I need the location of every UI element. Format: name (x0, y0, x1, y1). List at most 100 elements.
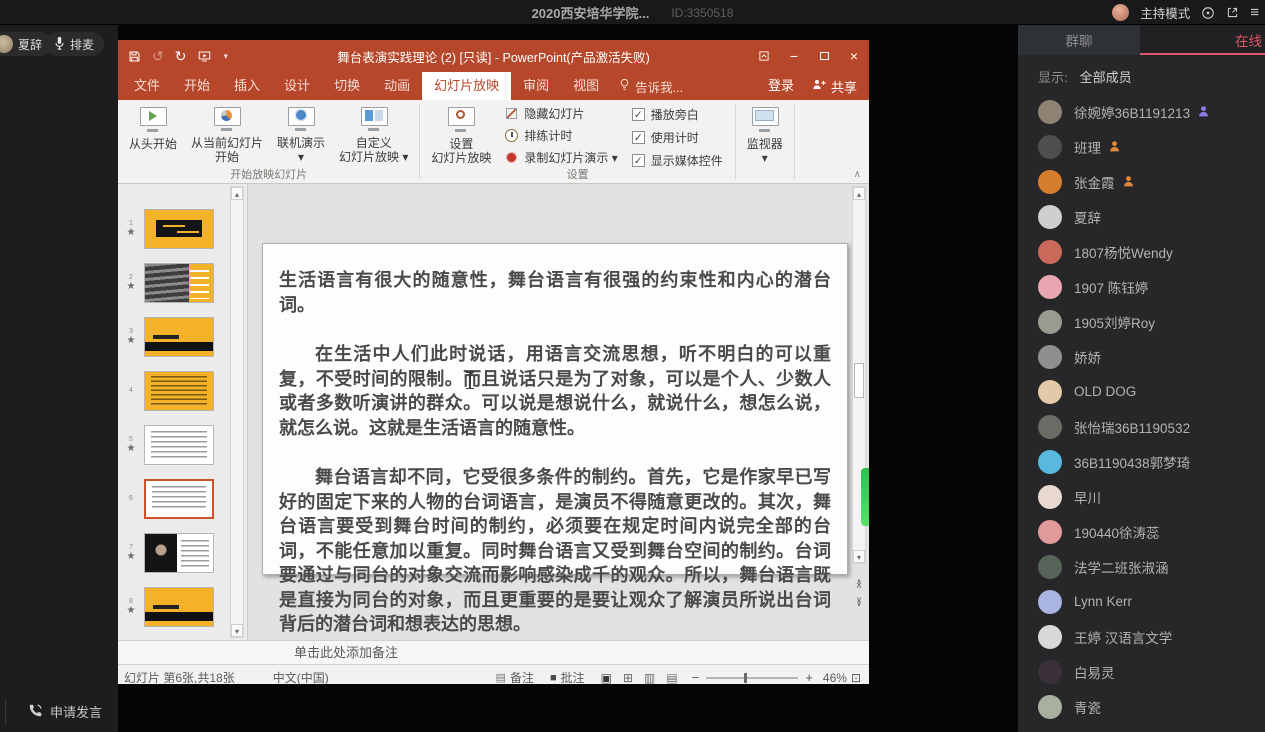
ribbon-tab[interactable]: 文件 (122, 72, 172, 100)
scroll-down-icon[interactable]: ▾ (231, 624, 243, 637)
member-list-item[interactable]: 王婷 汉语言文学 (1018, 619, 1265, 654)
ribbon-tab[interactable]: 视图 (561, 72, 611, 100)
setup-slideshow-button[interactable]: 设置 幻灯片放映 (424, 103, 498, 172)
zoom-out-icon[interactable]: − (692, 670, 700, 685)
minimize-button[interactable]: − (779, 40, 809, 72)
ribbon-big-button[interactable]: 联机演示 ▾ (270, 103, 332, 167)
record-icon[interactable] (1201, 6, 1215, 20)
member-list-item[interactable]: 36B1190438郭梦琦 (1018, 444, 1265, 479)
ribbon-small-button[interactable]: 录制幻灯片演示 ▾ (504, 149, 617, 166)
role-badge-icon (1108, 140, 1121, 153)
member-list-item[interactable]: 班理 (1018, 129, 1265, 164)
scroll-up-icon[interactable]: ▴ (231, 187, 243, 200)
ribbon-checkbox[interactable]: ✓ 播放旁白 (632, 106, 723, 123)
fit-to-window-icon[interactable]: ⊡ (851, 671, 861, 685)
ribbon-small-icon (504, 106, 519, 121)
member-list-item[interactable]: 1907 陈钰婷 (1018, 269, 1265, 304)
ribbon-small-button[interactable]: 隐藏幻灯片 (504, 105, 617, 122)
member-list-item[interactable]: 白易灵 (1018, 654, 1265, 689)
ribbon-tab[interactable]: 开始 (172, 72, 222, 100)
tab-group-chat[interactable]: 群聊 (1018, 25, 1140, 55)
ribbon-tab[interactable]: 设计 (272, 72, 322, 100)
member-avatar (1038, 275, 1062, 299)
tell-me-button[interactable]: 告诉我... (619, 72, 683, 100)
member-list-item[interactable]: 张怡瑞36B1190532 (1018, 409, 1265, 444)
ribbon-tab-row: 文件 开始 插入 设计 切换 动画 幻灯片放映 审阅 视图 (118, 72, 869, 100)
slide-thumbnail[interactable] (144, 587, 214, 627)
menu-icon[interactable]: ≡ (1250, 5, 1259, 20)
member-list-item[interactable]: 法学二班张淑涵 (1018, 549, 1265, 584)
tab-online-members[interactable]: 在线 (1140, 25, 1265, 55)
normal-view-icon[interactable]: ▣ (601, 671, 612, 685)
ribbon-big-button[interactable]: 从当前幻灯片 开始 (184, 103, 270, 167)
collapse-ribbon-icon[interactable]: ∧ (854, 169, 861, 180)
mic-queue-button[interactable]: 排麦 (46, 32, 104, 56)
slide-thumbnail[interactable] (144, 533, 214, 573)
editing-area: 1 ★ 2 ★ (118, 184, 869, 640)
member-list-item[interactable]: 1807杨悦Wendy (1018, 234, 1265, 269)
previous-slide-button[interactable]: ∧ (852, 576, 866, 592)
zoom-slider-thumb[interactable] (744, 673, 747, 683)
ribbon-tab[interactable]: 幻灯片放映 (422, 72, 511, 100)
animation-star-icon: ★ (127, 606, 136, 616)
slide-number: 7 (129, 544, 133, 551)
ribbon-tab[interactable]: 审阅 (511, 72, 561, 100)
close-button[interactable]: × (839, 40, 869, 72)
slide-thumbnail[interactable] (144, 317, 214, 357)
ribbon-options-icon[interactable] (749, 40, 779, 72)
slideshow-view-icon[interactable]: ▤ (666, 671, 677, 685)
scroll-down-icon[interactable]: ▾ (853, 550, 865, 563)
login-button[interactable]: 登录 (768, 72, 794, 100)
zoom-level[interactable]: 46% (823, 671, 847, 685)
ribbon-big-button[interactable]: 从头开始 (122, 103, 184, 167)
slide-thumbnail[interactable] (144, 263, 214, 303)
notes-pane[interactable]: 单击此处添加备注 (118, 640, 869, 664)
slide-number: 4 (129, 387, 133, 394)
ppt-titlebar[interactable]: ↺ ↻ ▾ 舞台表演实践理论 (2) [只读] - PowerPoint(产品激… (118, 40, 869, 72)
zoom-in-icon[interactable]: + (805, 670, 813, 685)
member-list-item[interactable]: 张金霞 (1018, 164, 1265, 199)
member-list-item[interactable]: 娇娇 (1018, 339, 1265, 374)
member-list-item[interactable]: 青瓷 (1018, 689, 1265, 724)
window-controls: − × (749, 40, 869, 72)
member-list-item[interactable]: 徐婉婷36B1191213 (1018, 94, 1265, 129)
scrollbar-thumb[interactable] (854, 363, 864, 398)
scroll-up-icon[interactable]: ▴ (853, 187, 865, 200)
slide[interactable]: 生活语言有很大的随意性，舞台语言有很强的约束性和内心的潜台词。 在生活中人们此时… (262, 243, 848, 575)
slide-thumbnail[interactable] (144, 371, 214, 411)
mic-icon (54, 36, 65, 53)
ribbon-tab[interactable]: 切换 (322, 72, 372, 100)
slide-thumbnail[interactable] (144, 425, 214, 465)
ribbon-small-button[interactable]: 排练计时 (504, 127, 617, 144)
tell-me-label: 告诉我... (635, 77, 683, 96)
host-avatar[interactable] (1112, 4, 1129, 21)
room-id: ID:3350518 (671, 6, 733, 20)
ribbon-checkbox[interactable]: ✓ 使用计时 (632, 129, 723, 146)
member-list-item[interactable]: 夏辞 (1018, 199, 1265, 234)
setup-slideshow-icon (446, 106, 476, 133)
member-name: 白易灵 (1074, 662, 1115, 682)
member-list-item[interactable]: Lynn Kerr (1018, 584, 1265, 619)
zoom-slider[interactable] (706, 677, 798, 679)
slide-thumbnail[interactable] (144, 209, 214, 249)
request-to-speak-button[interactable]: 申请发言 (28, 702, 102, 721)
filter-value[interactable]: 全部成员 (1080, 67, 1132, 86)
request-speak-label: 申请发言 (50, 702, 102, 721)
current-user-pill[interactable]: 夏辞 (0, 32, 52, 56)
ribbon-tab[interactable]: 动画 (372, 72, 422, 100)
thumbnails-scrollbar[interactable]: ▴ ▾ (230, 186, 244, 638)
monitor-button[interactable]: 监视器 ▾ (740, 103, 790, 168)
member-list-item[interactable]: 早川 (1018, 479, 1265, 514)
share-button[interactable]: 共享 (812, 72, 857, 100)
reading-view-icon[interactable]: ▥ (644, 671, 655, 685)
member-list-item[interactable]: OLD DOG (1018, 374, 1265, 409)
member-list-item[interactable]: 1905刘婷Roy (1018, 304, 1265, 339)
member-list-item[interactable]: 190440徐涛蕊 (1018, 514, 1265, 549)
popout-icon[interactable] (1226, 6, 1239, 19)
maximize-button[interactable] (809, 40, 839, 72)
slide-sorter-view-icon[interactable]: ⊞ (623, 671, 633, 685)
next-slide-button[interactable]: ∨ (852, 596, 866, 612)
ribbon-tab[interactable]: 插入 (222, 72, 272, 100)
ribbon-big-button[interactable]: 自定义 幻灯片放映 ▾ (332, 103, 415, 167)
slide-thumbnail[interactable] (144, 479, 214, 519)
